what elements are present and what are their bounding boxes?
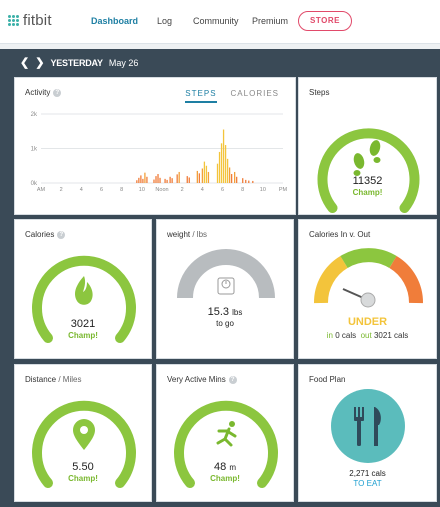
activity-bar [205,165,208,183]
fitbit-logo[interactable]: fitbit [8,12,52,29]
activity-bar [218,151,221,183]
x-tick-label: 10 [139,187,145,193]
distance-value: 5.50 [72,461,94,473]
x-tick-label: 2 [60,187,63,193]
activity-bar [166,179,168,183]
activity-bar [203,161,206,183]
activity-bar [220,143,223,183]
weight-value: 15.3 lbs [207,306,243,318]
x-tick-label: 10 [260,187,266,193]
activity-bar [144,172,146,183]
fitbit-dots-icon [8,15,19,26]
food-plan-sub: TO EAT [353,479,382,488]
calories-status: Champ! [68,331,98,340]
date-label: May 26 [108,57,139,68]
activity-card: Activity? STEPS CALORIES 2k 1k 0k AM 2 4 6 8 10 N… [14,77,296,215]
distance-status: Champ! [68,474,98,483]
activity-bar [155,176,157,183]
weight-gauge [177,249,275,299]
x-tick-label: PM [279,187,288,193]
subnav-strip [0,44,440,49]
active-mins-status: Champ! [210,474,240,483]
x-tick-label: 6 [221,187,224,193]
steps-value: 11352 [352,175,383,187]
nav-community[interactable]: Community [193,16,239,26]
activity-bar [228,167,231,183]
activity-bar [186,176,188,183]
activity-bar [245,179,247,183]
distance-card[interactable]: Distance / Miles 5.50 Champ! [14,364,152,502]
logo-text: fitbit [23,12,52,29]
food-plan-value: 2,271 cals [349,469,386,478]
activity-bar [159,177,161,183]
activity-bar [164,178,166,183]
activity-bar [171,178,173,183]
y-tick-label: 1k [31,147,38,153]
activity-bar [157,174,159,183]
x-tick-label: 2 [181,187,184,193]
nav-premium[interactable]: Premium [252,16,288,26]
activity-bar [248,180,250,183]
activity-bar [138,177,140,183]
activity-bar [140,175,142,183]
map-pin-icon [73,419,95,450]
flame-icon [75,276,93,305]
activity-bar [216,163,219,183]
x-tick-label: 8 [241,187,244,193]
y-tick-label: 2k [31,112,38,118]
activity-bar [252,180,254,183]
store-button[interactable]: STORE [298,11,352,31]
activity-bar [234,171,236,183]
x-tick-label: 8 [120,187,123,193]
weight-sub: to go [216,319,234,328]
calories-inout-summary: in 0 cals out 3021 cals [326,331,409,340]
x-tick-label: 4 [201,187,204,193]
activity-bar [188,177,190,183]
activity-bar [136,180,138,183]
x-tick-label: AM [37,187,46,193]
activity-bar [146,176,148,183]
weight-card[interactable]: weight / lbs 15.3 lbs to go [156,219,294,359]
x-tick-label: Noon [155,187,168,193]
activity-bar [178,171,180,183]
activity-bar [224,145,227,183]
x-tick-label: 6 [100,187,103,193]
activity-bar [226,158,229,183]
runner-icon [216,421,237,447]
calories-inout-status: UNDER [347,316,388,328]
steps-status: Champ! [352,188,383,197]
activity-bar [222,129,225,183]
activity-bar [201,168,204,183]
active-mins-card[interactable]: Very Active Mins? 48 m Champ! [156,364,294,502]
chevron-left-icon[interactable]: ❮ [20,56,29,69]
activity-bar [176,174,178,183]
activity-bar [236,176,238,183]
steps-card[interactable]: Steps 11352 Champ! [298,77,437,215]
calories-value: 3021 [70,318,96,330]
activity-bar [196,170,198,183]
activity-bar [142,178,144,183]
activity-chart: 2k1k0kAM 2 4 6 8 10 Noon 2 4 6 8 10 PM [31,112,288,193]
activity-bar [169,176,171,183]
x-tick-label: 4 [80,187,83,193]
food-plan-card[interactable]: Food Plan 2,271 cals TO EAT [298,364,437,502]
footprints-icon [353,140,381,176]
calories-card[interactable]: Calories? 3021 Champ! [14,219,152,359]
activity-bar [207,171,210,183]
activity-bar [198,173,201,183]
scale-icon [217,277,235,295]
date-navigator: ❮ ❯ YESTERDAY May 26 [20,56,138,69]
calories-inout-card[interactable]: Calories In v. Out UNDER in 0 cals out 3… [298,219,437,359]
active-mins-value: 48 m [214,461,236,473]
nav-dashboard[interactable]: Dashboard [91,16,138,26]
top-navigation-bar: fitbit Dashboard Log Community Premium S… [0,0,440,44]
date-day: YESTERDAY [50,57,103,68]
activity-bar [230,174,233,183]
activity-bar [242,178,244,183]
nav-log[interactable]: Log [157,16,172,26]
needle-icon [342,288,376,308]
activity-bar [153,179,155,183]
chevron-right-icon[interactable]: ❯ [35,56,44,69]
